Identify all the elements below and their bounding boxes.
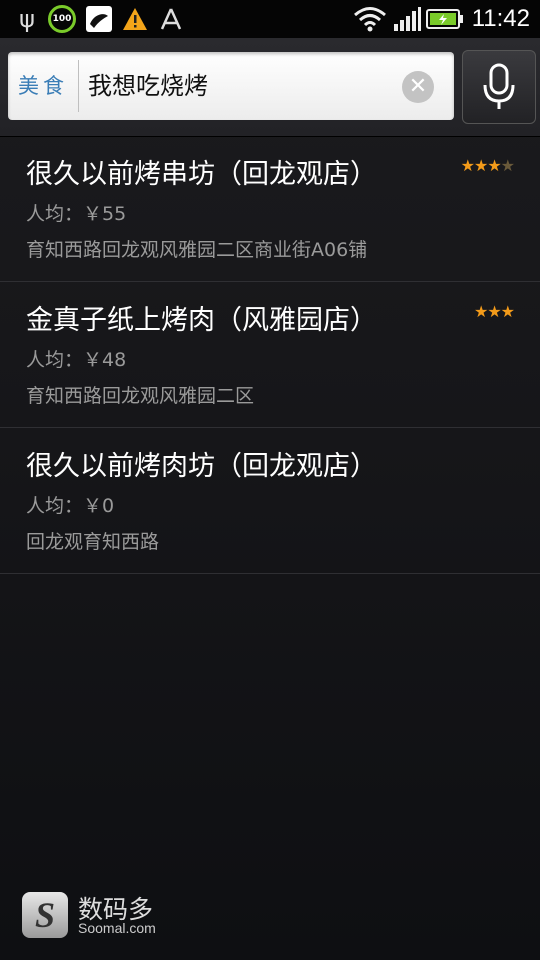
- status-bar: ψ 100 11:42: [0, 0, 540, 38]
- search-query-text[interactable]: 我想吃烧烤: [88, 52, 208, 120]
- star-icon: ★★★: [460, 156, 502, 175]
- microphone-icon: [483, 63, 515, 109]
- star-rating: ★★★: [473, 302, 515, 321]
- category-selector[interactable]: 美食: [8, 52, 78, 120]
- usb-icon: ψ: [19, 5, 35, 33]
- watermark: S 数码多 Soomal.com: [22, 886, 192, 946]
- clock: 11:42: [471, 5, 530, 32]
- restaurant-name: 金真子纸上烤肉（风雅园店）: [26, 305, 377, 336]
- address: 育知西路回龙观风雅园二区商业街A06铺: [26, 239, 368, 261]
- voice-search-button[interactable]: [462, 50, 536, 124]
- results-list: 很久以前烤串坊（回龙观店） ★★★★ 人均：￥55 育知西路回龙观风雅园二区商业…: [0, 136, 540, 574]
- watermark-logo: S: [22, 892, 68, 938]
- address: 回龙观育知西路: [26, 531, 160, 553]
- antenna-icon: [158, 4, 184, 34]
- signal-icon: [392, 4, 422, 34]
- battery-charging-icon: [426, 4, 464, 34]
- list-item[interactable]: 很久以前烤肉坊（回龙观店） 人均：￥0 回龙观育知西路: [0, 428, 540, 574]
- divider: [78, 60, 79, 112]
- warning-icon: [122, 4, 148, 34]
- wifi-icon: [352, 4, 388, 34]
- half-star-icon: ★: [500, 156, 515, 175]
- watermark-subtitle: Soomal.com: [78, 920, 156, 936]
- star-rating: ★★★★: [460, 156, 515, 175]
- battery-saver-icon: 100: [48, 5, 76, 33]
- average-price: 人均：￥0: [26, 495, 115, 517]
- app-notification-icon: [86, 6, 112, 32]
- average-price: 人均：￥55: [26, 203, 127, 225]
- average-price: 人均：￥48: [26, 349, 127, 371]
- search-input[interactable]: 美食 我想吃烧烤 ✕: [8, 52, 454, 120]
- clear-icon[interactable]: ✕: [402, 71, 434, 103]
- list-item[interactable]: 金真子纸上烤肉（风雅园店） ★★★ 人均：￥48 育知西路回龙观风雅园二区: [0, 282, 540, 428]
- restaurant-name: 很久以前烤肉坊（回龙观店）: [26, 451, 377, 482]
- star-icon: ★★★: [473, 302, 515, 321]
- restaurant-name: 很久以前烤串坊（回龙观店）: [26, 159, 377, 190]
- list-item[interactable]: 很久以前烤串坊（回龙观店） ★★★★ 人均：￥55 育知西路回龙观风雅园二区商业…: [0, 136, 540, 282]
- address: 育知西路回龙观风雅园二区: [26, 385, 255, 407]
- search-bar: 美食 我想吃烧烤 ✕: [0, 38, 540, 137]
- battery-percent-label: 100: [52, 14, 72, 24]
